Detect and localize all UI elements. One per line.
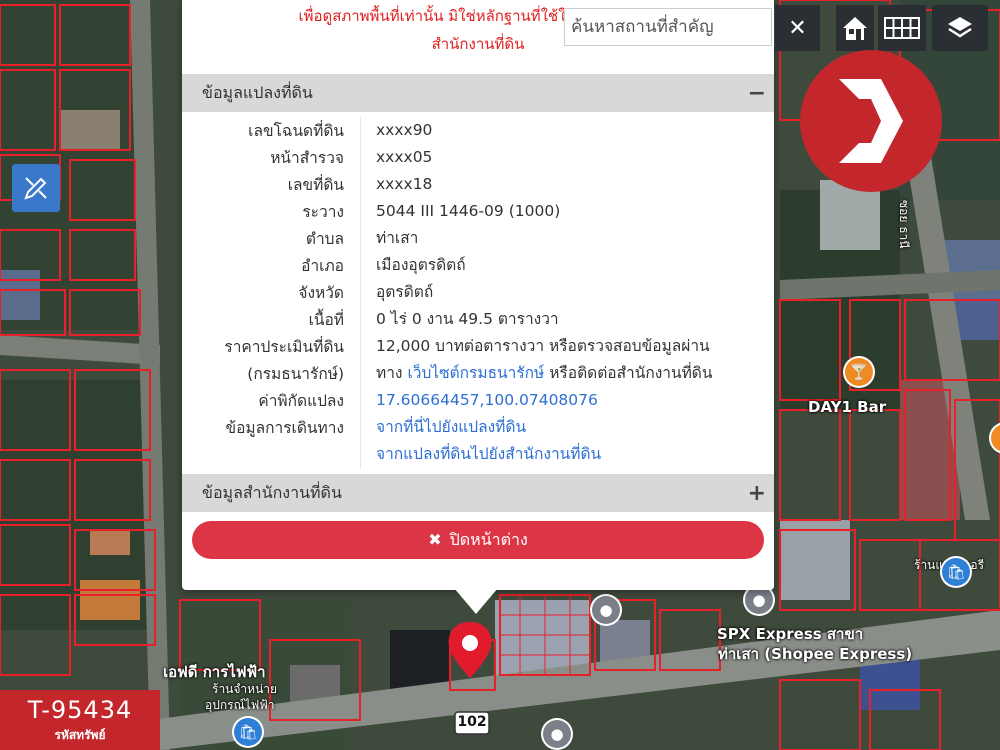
table-row: ระวาง 5044 III 1446-09 (1000) <box>182 198 774 225</box>
table-row: เลขโฉนดที่ดิน xxxx90 <box>182 117 774 144</box>
map-label-day1-bar: DAY1 Bar <box>808 398 887 416</box>
home-icon <box>843 17 867 40</box>
row-label: เลขที่ดิน <box>287 176 344 194</box>
map-label-road: ซอย ธานี <box>897 200 911 249</box>
coords-label: ค่าพิกัดแปลง <box>258 392 344 410</box>
price-value-2: ทาง เว็บไซต์กรมธนารักษ์ หรือติดต่อสำนักง… <box>360 360 712 387</box>
property-code-badge: T-95434 รหัสทรัพย์ <box>0 690 160 750</box>
price-text-post: หรือติดต่อสำนักงานที่ดิน <box>549 364 713 382</box>
close-window-button[interactable]: ✖ ปิดหน้าต่าง <box>192 521 764 559</box>
row-value: เมืองอุตรดิตถ์ <box>360 252 466 279</box>
table-row: อำเภอ เมืองอุตรดิตถ์ <box>182 252 774 279</box>
map-label-pea-3: อุปกรณ์ไฟฟ้า <box>205 698 275 712</box>
close-icon: ✕ <box>788 15 807 41</box>
property-code: T-95434 <box>27 696 133 724</box>
close-window-label: ปิดหน้าต่าง <box>449 531 528 549</box>
row-value: อุตรดิตถ์ <box>360 279 433 306</box>
shop-poi-icon[interactable]: 🛍 <box>942 558 970 586</box>
popup-pointer <box>454 588 498 614</box>
price-label-2: (กรมธนารักษ์) <box>247 365 344 383</box>
row-label: หน้าสำรวจ <box>270 149 344 167</box>
row-label: เนื้อที่ <box>308 311 344 329</box>
row-label: เลขโฉนดที่ดิน <box>248 122 344 140</box>
table-row: เลขที่ดิน xxxx18 <box>182 171 774 198</box>
row-label: จังหวัด <box>298 284 344 302</box>
layers-button[interactable] <box>932 5 988 51</box>
land-section-header[interactable]: ข้อมูลแปลงที่ดิน − <box>182 74 774 112</box>
home-button[interactable] <box>836 5 874 51</box>
land-info-popup: เพื่อดูสภาพพื้นที่เท่านั้น มิใช่หลักฐานท… <box>182 0 774 590</box>
price-row: ราคาประเมินที่ดิน 12,000 บาทต่อตารางวา ห… <box>182 333 774 360</box>
courier-poi-icon[interactable]: ● <box>745 586 773 614</box>
property-code-caption: รหัสทรัพย์ <box>54 728 106 742</box>
bar-poi-icon[interactable]: 🍸 <box>845 358 873 386</box>
office-section-title: ข้อมูลสำนักงานที่ดิน <box>202 482 342 502</box>
row-value: ท่าเสา <box>360 225 418 252</box>
row-value: 5044 III 1446-09 (1000) <box>360 198 560 225</box>
draw-tool-icon <box>24 177 47 200</box>
directions-row: ข้อมูลการเดินทาง จากที่นี่ไปยังแปลงที่ดิ… <box>182 414 774 441</box>
poi-icon[interactable]: ● <box>592 596 620 624</box>
brand-logo <box>800 50 942 192</box>
table-row: จังหวัด อุตรดิตถ์ <box>182 279 774 306</box>
price-value: 12,000 บาทต่อตารางวา หรือตรวจสอบข้อมูลผ่… <box>360 333 710 360</box>
row-value: xxxx05 <box>360 144 432 171</box>
close-icon: ✖ <box>428 532 442 549</box>
search-input[interactable] <box>564 8 772 46</box>
brand-logo-icon <box>839 79 903 163</box>
directions-to-parcel-link[interactable]: จากที่นี่ไปยังแปลงที่ดิน <box>376 418 526 436</box>
row-value: xxxx18 <box>360 171 432 198</box>
table-row: หน้าสำรวจ xxxx05 <box>182 144 774 171</box>
clear-search-button[interactable]: ✕ <box>775 5 820 51</box>
directions-to-office-link[interactable]: จากแปลงที่ดินไปยังสำนักงานที่ดิน <box>376 445 601 463</box>
layers-icon <box>948 17 972 38</box>
collapse-icon[interactable]: − <box>748 81 766 106</box>
coords-link[interactable]: 17.60664457,100.07408076 <box>376 391 598 409</box>
store-poi-icon[interactable]: 🛍 <box>234 718 262 746</box>
land-info-table: เลขโฉนดที่ดิน xxxx90 หน้าสำรวจ xxxx05 เลขท… <box>182 117 774 468</box>
coords-row: ค่าพิกัดแปลง 17.60664457,100.07408076 <box>182 387 774 414</box>
price-row-2: (กรมธนารักษ์) ทาง เว็บไซต์กรมธนารักษ์ หร… <box>182 360 774 387</box>
grid-button[interactable] <box>878 5 926 51</box>
price-label: ราคาประเมินที่ดิน <box>224 338 344 356</box>
row-value: xxxx90 <box>360 117 432 144</box>
route-number: 102 <box>457 714 487 730</box>
price-text-pre: ทาง <box>376 364 403 382</box>
directions-label: ข้อมูลการเดินทาง <box>225 419 344 437</box>
directions-row-2: จากแปลงที่ดินไปยังสำนักงานที่ดิน <box>182 441 774 468</box>
row-value: 0 ไร่ 0 งาน 49.5 ตารางวา <box>360 306 559 333</box>
table-row: ตำบล ท่าเสา <box>182 225 774 252</box>
row-label: ระวาง <box>302 203 344 221</box>
map-label-spx-2: ท่าเสา (Shopee Express) <box>718 645 913 663</box>
poi-icon[interactable]: ● <box>543 720 571 748</box>
expand-icon[interactable]: + <box>748 481 766 506</box>
draw-tool-button[interactable] <box>12 164 60 212</box>
land-section-title: ข้อมูลแปลงที่ดิน <box>202 82 313 102</box>
treasury-website-link[interactable]: เว็บไซต์กรมธนารักษ์ <box>407 364 544 382</box>
office-section-header[interactable]: ข้อมูลสำนักงานที่ดิน + <box>182 474 774 512</box>
row-label: อำเภอ <box>301 257 344 275</box>
row-label: ตำบล <box>305 230 344 248</box>
grid-icon <box>884 17 920 39</box>
table-row: เนื้อที่ 0 ไร่ 0 งาน 49.5 ตารางวา <box>182 306 774 333</box>
